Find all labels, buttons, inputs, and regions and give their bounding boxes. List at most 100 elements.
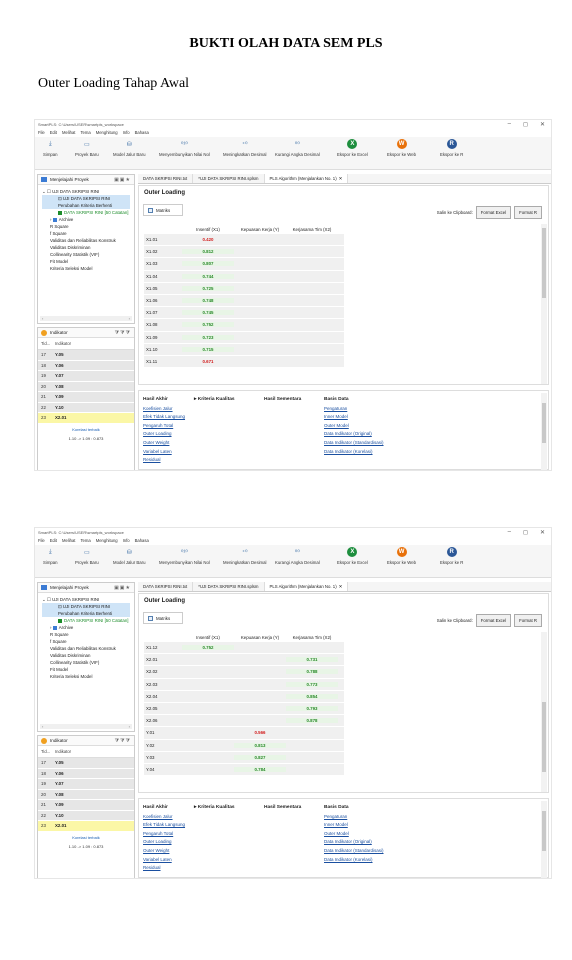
result-link[interactable]: Inner Model xyxy=(324,821,384,830)
menu-item-info[interactable]: Info xyxy=(123,130,130,135)
ribbon-button-increase-decimal[interactable]: ⁺⁰ Meningkatkan Desimal xyxy=(223,139,266,158)
result-link[interactable]: Data Indikator (Original) xyxy=(324,838,384,847)
result-link[interactable]: R Square xyxy=(50,223,130,230)
result-link[interactable]: Data Indikator (Korelasi) xyxy=(324,856,384,865)
ribbon-button-excel[interactable]: X Ekspor ke Excel xyxy=(337,547,368,565)
result-link[interactable]: Data Indikator (Standardisasi) xyxy=(324,847,384,856)
indicator-row[interactable]: 23 X2.01 xyxy=(38,821,134,832)
result-link[interactable]: Pengaruh Total xyxy=(143,422,185,431)
ribbon-button-decrease-decimal[interactable]: ⁰⁰ Kurangi Angka Desimal xyxy=(275,139,320,158)
indicator-row[interactable]: 23 X2.01 xyxy=(38,413,134,424)
indicator-row[interactable]: 19 Y.07 xyxy=(38,371,134,382)
result-link[interactable]: Collinearity Statistik (VIF) xyxy=(50,659,130,666)
editor-tab[interactable]: *UJI DATA SKRIPSI RINI.splsm xyxy=(193,582,265,591)
ribbon-button-r[interactable]: R Ekspor ke R xyxy=(440,547,463,565)
ribbon-button-decrease-decimal[interactable]: ⁰⁰ Kurangi Angka Desimal xyxy=(275,547,320,566)
menu-item-melihat[interactable]: Melihat xyxy=(62,538,76,543)
result-link[interactable]: Outer Loading xyxy=(143,838,185,847)
result-link[interactable]: Collinearity Statistik (VIF) xyxy=(50,251,130,258)
ribbon-button-new-project[interactable]: ▭ Proyek Baru xyxy=(75,139,99,158)
result-link[interactable]: Efek Tidak Langsung xyxy=(143,413,185,422)
maximize-icon[interactable]: ◻ xyxy=(523,529,528,536)
bottom-scrollbar[interactable] xyxy=(541,801,547,878)
tree-item-dataset[interactable]: DATA SKRIPSI RINI [50 Catatan] xyxy=(42,617,130,624)
ribbon-button-save[interactable]: ⤓ Simpan xyxy=(43,139,58,158)
result-link[interactable]: Outer Model xyxy=(324,422,384,431)
format-excel-button[interactable]: Format Excel xyxy=(475,614,512,627)
format-r-button[interactable]: Format R xyxy=(514,206,542,219)
result-link[interactable]: Validitas dan Reliabilitas Konstruk xyxy=(50,645,130,652)
result-link[interactable]: Data Indikator (Standardisasi) xyxy=(324,439,384,448)
result-link[interactable]: Outer Weight xyxy=(143,847,185,856)
menu-item-edit[interactable]: Edit xyxy=(50,538,57,543)
menu-item-bahasa[interactable]: Bahasa xyxy=(135,538,149,543)
result-link[interactable]: Koefisien Jalur xyxy=(143,405,185,414)
tree-item-archive[interactable]: › Archive R Square f Square Validitas dan R… xyxy=(42,624,130,680)
filter-icon[interactable]: ⧩⧩⧩ xyxy=(115,738,134,744)
minimize-icon[interactable]: – xyxy=(508,121,511,128)
result-link[interactable]: Data Indikator (Korelasi) xyxy=(324,448,384,457)
ribbon-button-path-model[interactable]: ⛁ Model Jalur Baru xyxy=(113,547,145,566)
indicator-row[interactable]: 22 Y.10 xyxy=(38,402,134,413)
ribbon-button-save[interactable]: ⤓ Simpan xyxy=(43,547,58,566)
result-link[interactable]: Outer Loading xyxy=(143,430,185,439)
indicator-row[interactable]: 21 Y.09 xyxy=(38,800,134,811)
tree-item-project[interactable]: ⌄ ☐ UJI DATA SKRIPSI RINI xyxy=(42,596,130,603)
indicator-row[interactable]: 17 Y.05 xyxy=(38,758,134,769)
best-correlation-link[interactable]: Korelasi terbaik xyxy=(38,835,134,840)
editor-tab[interactable]: PLS Algorithm (Menjalankan No. 1) ✕ xyxy=(264,174,349,183)
result-link[interactable]: Validitas dan Reliabilitas Konstruk xyxy=(50,237,130,244)
ribbon-button-web[interactable]: W Ekspor ke Web xyxy=(387,547,416,565)
matrix-tab[interactable]: Matriks xyxy=(143,612,183,624)
bottom-scrollbar[interactable] xyxy=(541,393,547,470)
ribbon-button-hide-zero[interactable]: ⁰¹⁰ Menyembunyikan Nilai Nol xyxy=(159,139,210,158)
result-link[interactable]: f Square xyxy=(50,638,130,645)
editor-tab[interactable]: PLS Algorithm (Menjalankan No. 1) ✕ xyxy=(264,582,349,591)
indicator-row[interactable]: 18 Y.06 xyxy=(38,360,134,371)
result-link[interactable]: Variabel Laten xyxy=(143,856,185,865)
best-correlation-link[interactable]: Korelasi terbaik xyxy=(38,427,134,432)
result-link[interactable]: Residual xyxy=(143,864,185,873)
result-link[interactable]: Koefisien Jalur xyxy=(143,813,185,822)
ribbon-button-r[interactable]: R Ekspor ke R xyxy=(440,139,463,157)
result-link[interactable]: Perubahan Kriteria Berhenti xyxy=(58,202,130,209)
menu-item-tema[interactable]: Tema xyxy=(80,130,90,135)
result-link[interactable]: R Square xyxy=(50,631,130,638)
indicator-row[interactable]: 18 Y.06 xyxy=(38,768,134,779)
vertical-scrollbar[interactable] xyxy=(541,632,547,792)
close-icon[interactable]: ✕ xyxy=(540,529,545,536)
ribbon-button-excel[interactable]: X Ekspor ke Excel xyxy=(337,139,368,157)
menu-item-bahasa[interactable]: Bahasa xyxy=(135,130,149,135)
indicator-row[interactable]: 17 Y.05 xyxy=(38,350,134,361)
panel-controls-icon[interactable]: ▣▣★ xyxy=(114,585,134,591)
menu-item-file[interactable]: File xyxy=(38,130,45,135)
ribbon-button-path-model[interactable]: ⛁ Model Jalur Baru xyxy=(113,139,145,158)
result-link[interactable]: Pengaturan xyxy=(324,813,384,822)
result-link[interactable]: Fit Model xyxy=(50,258,130,265)
result-link[interactable]: Pengaruh Total xyxy=(143,830,185,839)
menu-item-tema[interactable]: Tema xyxy=(80,538,90,543)
tree-item-dataset[interactable]: DATA SKRIPSI RINI [50 Catatan] xyxy=(42,209,130,216)
horizontal-scrollbar[interactable]: ‹ › xyxy=(40,724,132,729)
result-link[interactable]: Residual xyxy=(143,456,185,465)
filter-icon[interactable]: ⧩⧩⧩ xyxy=(115,330,134,336)
panel-controls-icon[interactable]: ▣▣★ xyxy=(114,177,134,183)
close-tab-icon[interactable]: ✕ xyxy=(339,176,343,182)
result-link[interactable]: Data Indikator (Original) xyxy=(324,430,384,439)
result-link[interactable]: Perubahan Kriteria Berhenti xyxy=(58,610,130,617)
editor-tab[interactable]: *UJI DATA SKRIPSI RINI.splsm xyxy=(193,174,265,183)
tree-item-project[interactable]: ⌄ ☐ UJI DATA SKRIPSI RINI xyxy=(42,188,130,195)
result-link[interactable]: Validitas Diskriminan xyxy=(50,652,130,659)
tree-item-archive[interactable]: › Archive R Square f Square Validitas dan R… xyxy=(42,216,130,272)
result-link[interactable]: Variabel Laten xyxy=(143,448,185,457)
close-icon[interactable]: ✕ xyxy=(540,121,545,128)
editor-tab[interactable]: DATA SKRIPSI RINI.txt xyxy=(138,174,194,183)
result-link[interactable]: Validitas Diskriminan xyxy=(50,244,130,251)
tree-item-model[interactable]: ⊡ UJI DATA SKRIPSI RINI Perubahan Kriteri… xyxy=(42,603,130,617)
indicator-row[interactable]: 20 Y.08 xyxy=(38,381,134,392)
indicator-row[interactable]: 22 Y.10 xyxy=(38,810,134,821)
format-r-button[interactable]: Format R xyxy=(514,614,542,627)
menu-item-menghitung[interactable]: Menghitung xyxy=(96,538,118,543)
ribbon-button-increase-decimal[interactable]: ⁺⁰ Meningkatkan Desimal xyxy=(223,547,266,566)
maximize-icon[interactable]: ◻ xyxy=(523,121,528,128)
